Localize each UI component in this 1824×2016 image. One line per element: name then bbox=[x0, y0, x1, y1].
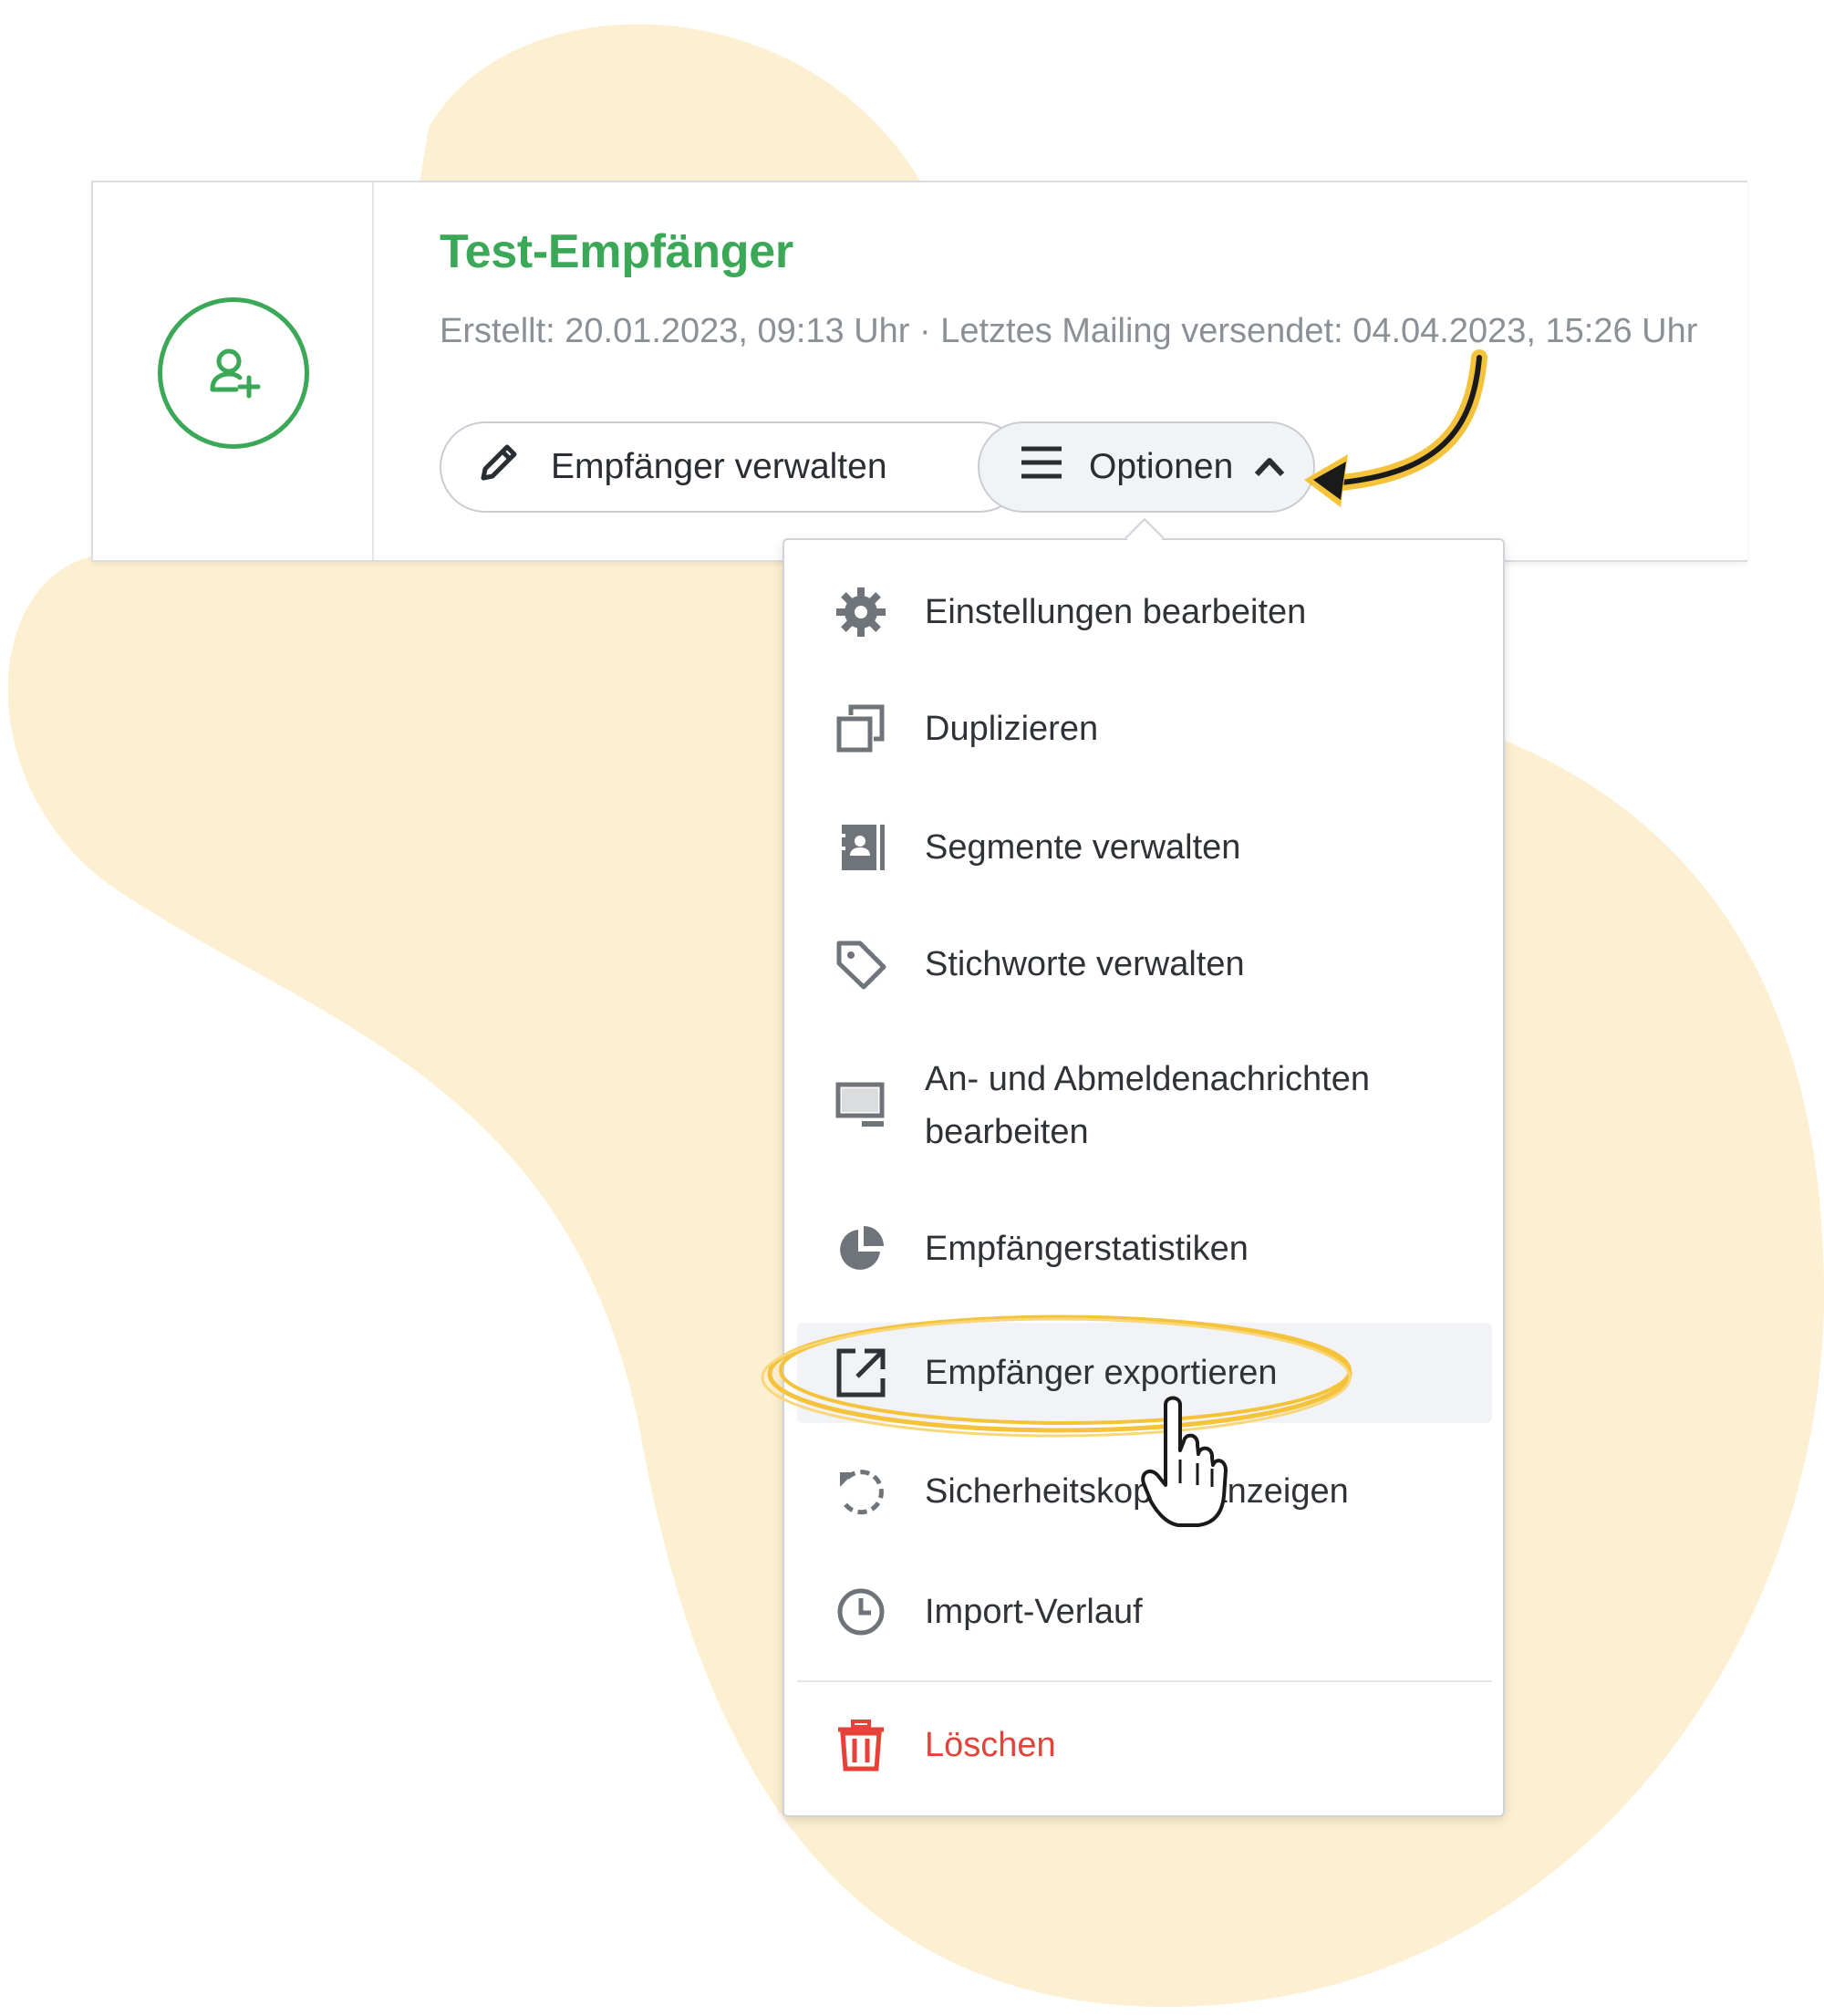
menu-item-delete[interactable]: Löschen bbox=[797, 1695, 1492, 1795]
manage-recipients-button[interactable]: Empfänger verwalten bbox=[440, 421, 1025, 513]
chevron-up-icon bbox=[1253, 447, 1286, 487]
menu-item-label: Import-Verlauf bbox=[925, 1593, 1143, 1631]
pie-chart-icon bbox=[834, 1221, 888, 1276]
options-dropdown-menu: Einstellungen bearbeiten Duplizieren Seg… bbox=[782, 538, 1505, 1817]
options-label: Optionen bbox=[1089, 447, 1234, 486]
menu-icon bbox=[1020, 444, 1063, 490]
menu-item-label: Einstellungen bearbeiten bbox=[925, 593, 1307, 631]
menu-item-edit-settings[interactable]: Einstellungen bearbeiten bbox=[797, 562, 1492, 662]
options-button[interactable]: Optionen bbox=[978, 421, 1315, 513]
menu-item-label: An- und Abmeldenachrichten bearbeiten bbox=[925, 1060, 1370, 1151]
menu-item-label: Empfängerstatistiken bbox=[925, 1230, 1249, 1268]
menu-divider bbox=[797, 1680, 1492, 1682]
card-avatar-panel bbox=[93, 182, 374, 560]
tag-icon bbox=[834, 937, 888, 992]
created-mailing-info: Erstellt: 20.01.2023, 09:13 Uhr · Letzte… bbox=[440, 312, 1698, 350]
restore-icon bbox=[834, 1464, 888, 1519]
menu-item-import-history[interactable]: Import-Verlauf bbox=[797, 1562, 1492, 1662]
menu-item-show-backups[interactable]: Sicherheitskopien anzeigen bbox=[797, 1441, 1492, 1542]
menu-item-edit-subscription-messages[interactable]: An- und Abmeldenachrichten bearbeiten bbox=[797, 1033, 1492, 1179]
menu-item-duplicate[interactable]: Duplizieren bbox=[797, 679, 1492, 779]
menu-item-label: Stichworte verwalten bbox=[925, 945, 1245, 983]
add-user-icon bbox=[158, 297, 309, 449]
pencil-icon bbox=[474, 438, 523, 496]
duplicate-icon bbox=[834, 701, 888, 756]
menu-item-manage-segments[interactable]: Segmente verwalten bbox=[797, 797, 1492, 898]
trash-icon bbox=[834, 1718, 888, 1772]
menu-item-label: Empfänger exportieren bbox=[925, 1354, 1278, 1392]
clock-icon bbox=[834, 1585, 888, 1639]
menu-item-recipient-statistics[interactable]: Empfängerstatistiken bbox=[797, 1199, 1492, 1299]
menu-item-label: Segmente verwalten bbox=[925, 828, 1241, 867]
contacts-book-icon bbox=[834, 820, 888, 875]
export-icon bbox=[834, 1346, 888, 1400]
menu-item-label: Sicherheitskopien anzeigen bbox=[925, 1472, 1349, 1511]
manage-recipients-label: Empfänger verwalten bbox=[551, 447, 887, 486]
menu-item-export-recipients[interactable]: Empfänger exportieren bbox=[797, 1323, 1492, 1423]
page-title: Test-Empfänger bbox=[440, 225, 793, 278]
menu-item-label: Löschen bbox=[925, 1726, 1056, 1764]
gear-icon bbox=[834, 585, 888, 639]
monitor-icon bbox=[834, 1078, 888, 1133]
recipient-list-card: Test-Empfänger Erstellt: 20.01.2023, 09:… bbox=[91, 181, 1747, 562]
menu-item-manage-tags[interactable]: Stichworte verwalten bbox=[797, 914, 1492, 1014]
menu-item-label: Duplizieren bbox=[925, 710, 1099, 748]
